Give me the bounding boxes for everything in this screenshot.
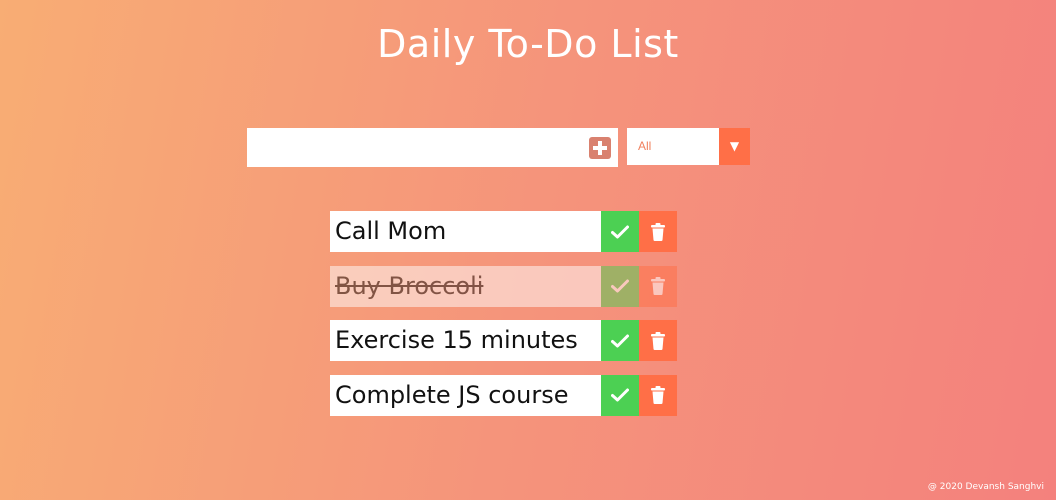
complete-button[interactable] [601,265,639,307]
delete-button[interactable] [639,211,677,252]
add-todo-button[interactable] [589,137,611,159]
todo-item: Complete JS course [330,374,677,416]
complete-button[interactable] [601,320,639,361]
add-todo-form [247,128,618,167]
check-icon [611,388,629,402]
page-title: Daily To-Do List [377,22,679,66]
complete-button[interactable] [601,374,639,416]
todo-item: Exercise 15 minutes [330,320,677,361]
todo-item: Call Mom [330,211,677,252]
trash-icon [651,277,665,295]
todo-text: Exercise 15 minutes [330,320,601,361]
delete-button[interactable] [639,320,677,361]
todo-list: Call Mom Buy Broccoli Exercise 15 minute… [330,211,677,429]
trash-icon [651,386,665,404]
check-icon [611,279,629,293]
todo-text: Buy Broccoli [330,265,601,307]
complete-button[interactable] [601,211,639,252]
todo-item-completed: Buy Broccoli [330,265,677,307]
check-icon [611,225,629,239]
check-icon [611,334,629,348]
filter-select[interactable]: All ▼ [627,128,750,165]
todo-input[interactable] [247,128,577,167]
delete-button[interactable] [639,374,677,416]
delete-button[interactable] [639,265,677,307]
trash-icon [651,222,665,241]
footer-credit: @ 2020 Devansh Sanghvi [927,482,1044,492]
filter-selected-value: All [638,139,652,153]
trash-icon [651,331,665,350]
dropdown-arrow-icon[interactable]: ▼ [719,128,750,165]
plus-square-icon [593,141,607,155]
todo-text: Complete JS course [330,374,601,416]
todo-text: Call Mom [330,211,601,252]
